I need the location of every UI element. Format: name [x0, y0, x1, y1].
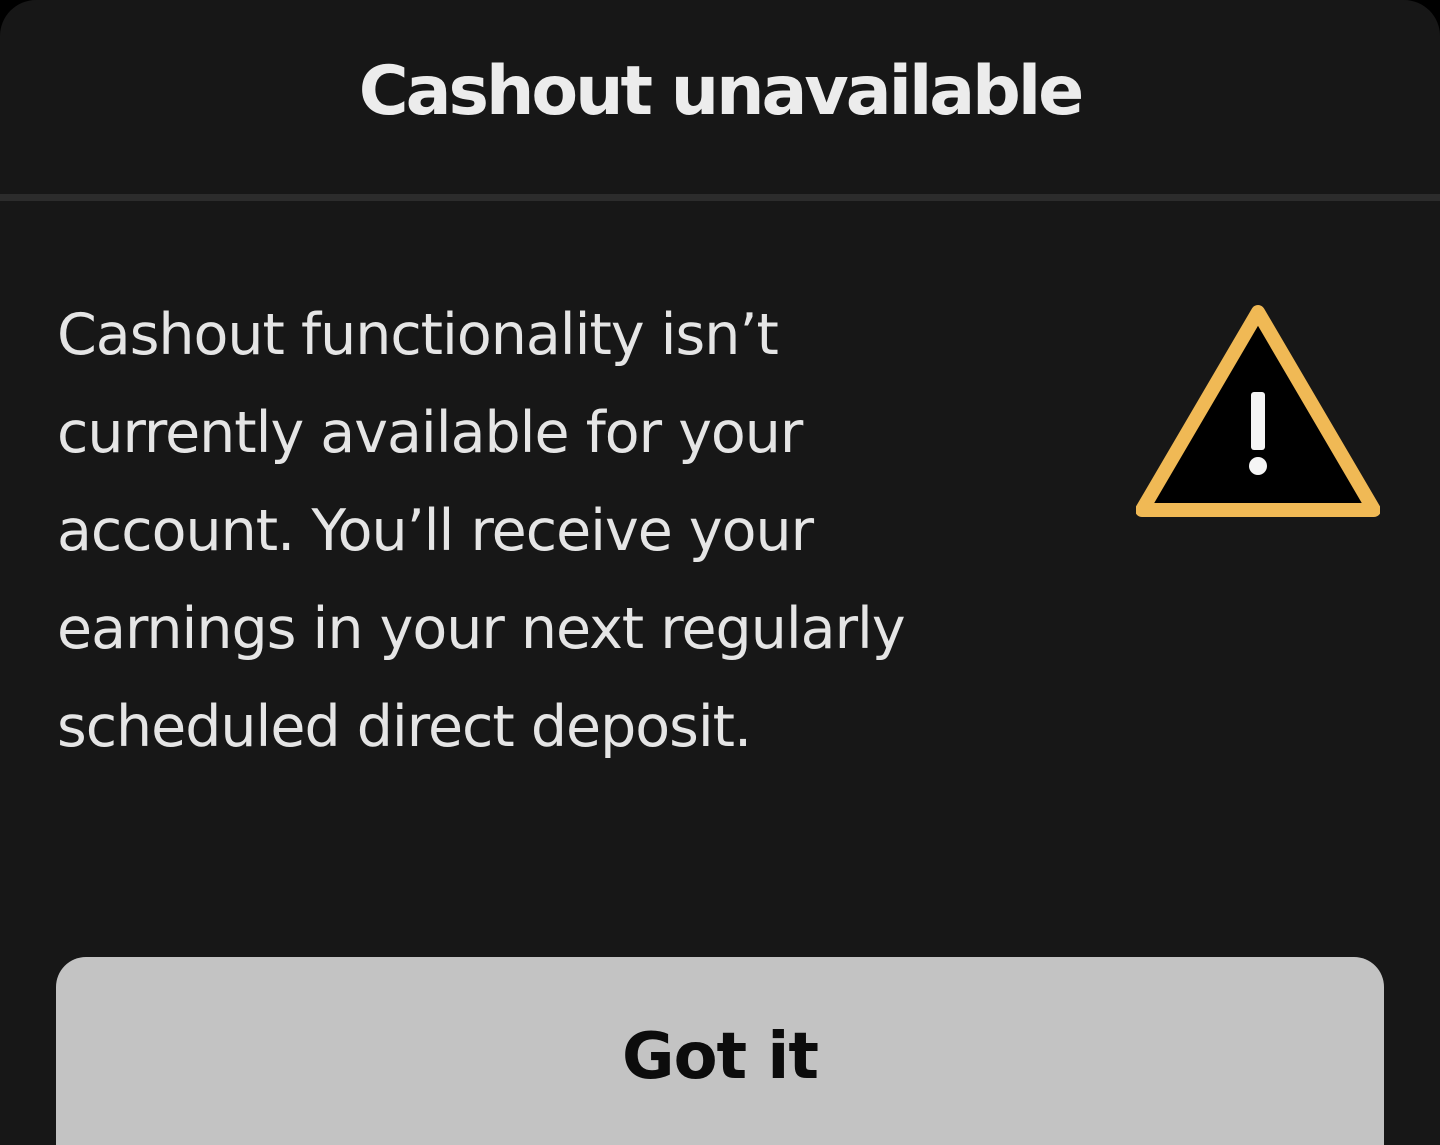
warning-triangle-icon	[1136, 305, 1380, 517]
exclamation-bar	[1251, 392, 1265, 450]
sheet-title: Cashout unavailable	[358, 51, 1085, 131]
sheet-header: Cashout unavailable	[0, 0, 1440, 194]
message-line: currently available for your	[57, 400, 803, 466]
message-line: earnings in your next regularly	[57, 596, 906, 662]
header-divider	[0, 194, 1440, 201]
exclamation-dot	[1249, 457, 1267, 475]
got-it-button[interactable]: Got it	[56, 957, 1384, 1145]
got-it-button-label: Got it	[622, 1020, 819, 1094]
cashout-unavailable-sheet: Cashout unavailable Cashout functionalit…	[0, 0, 1440, 1145]
message-line: Cashout functionality isn’t	[57, 302, 779, 368]
message-line: scheduled direct deposit.	[57, 694, 752, 760]
message-line: account. You’ll receive your	[57, 498, 814, 564]
sheet-message: Cashout functionality isn’t currently av…	[57, 286, 1017, 776]
